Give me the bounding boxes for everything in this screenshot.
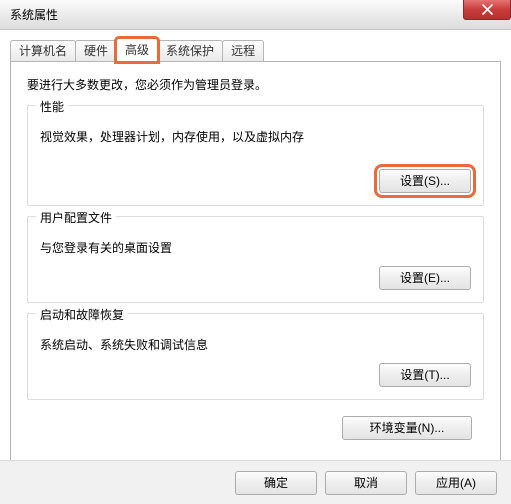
tab-system-protection[interactable]: 系统保护 bbox=[157, 40, 223, 62]
system-properties-window: 系统属性 计算机名 硬件 高级 系统保护 远程 要进行大多数更改，您必须作为管理… bbox=[0, 0, 511, 504]
tab-remote[interactable]: 远程 bbox=[222, 40, 264, 62]
performance-settings-button[interactable]: 设置(S)... bbox=[379, 169, 471, 193]
group-user-profiles-desc: 与您登录有关的桌面设置 bbox=[40, 239, 471, 256]
tab-content-advanced: 要进行大多数更改，您必须作为管理员登录。 性能 视觉效果，处理器计划，内存使用，… bbox=[10, 61, 501, 471]
apply-button[interactable]: 应用(A) bbox=[415, 471, 497, 495]
tab-strip: 计算机名 硬件 高级 系统保护 远程 bbox=[10, 38, 501, 62]
group-performance-title: 性能 bbox=[36, 98, 68, 115]
startup-recovery-settings-button[interactable]: 设置(T)... bbox=[379, 363, 471, 387]
close-button[interactable] bbox=[463, 0, 511, 20]
group-startup-recovery-desc: 系统启动、系统失败和调试信息 bbox=[40, 336, 471, 353]
environment-variables-button[interactable]: 环境变量(N)... bbox=[342, 416, 472, 440]
titlebar: 系统属性 bbox=[0, 0, 511, 30]
tab-advanced[interactable]: 高级 bbox=[116, 38, 158, 62]
group-user-profiles-title: 用户配置文件 bbox=[36, 209, 116, 226]
ok-button[interactable]: 确定 bbox=[235, 471, 317, 495]
group-user-profiles: 用户配置文件 与您登录有关的桌面设置 设置(E)... bbox=[27, 216, 484, 303]
client-area: 计算机名 硬件 高级 系统保护 远程 要进行大多数更改，您必须作为管理员登录。 … bbox=[0, 30, 511, 481]
cancel-button[interactable]: 取消 bbox=[325, 471, 407, 495]
group-startup-recovery-buttons: 设置(T)... bbox=[40, 363, 471, 387]
close-icon bbox=[482, 4, 493, 15]
tab-hardware[interactable]: 硬件 bbox=[75, 40, 117, 62]
group-user-profiles-buttons: 设置(E)... bbox=[40, 266, 471, 290]
group-startup-recovery-title: 启动和故障恢复 bbox=[36, 306, 128, 323]
group-performance: 性能 视觉效果，处理器计划，内存使用，以及虚拟内存 设置(S)... bbox=[27, 105, 484, 206]
window-title: 系统属性 bbox=[0, 6, 58, 23]
group-performance-buttons: 设置(S)... bbox=[40, 169, 471, 193]
admin-notice: 要进行大多数更改，您必须作为管理员登录。 bbox=[27, 76, 484, 93]
user-profiles-settings-button[interactable]: 设置(E)... bbox=[379, 266, 471, 290]
group-startup-recovery: 启动和故障恢复 系统启动、系统失败和调试信息 设置(T)... bbox=[27, 313, 484, 400]
environment-variables-row: 环境变量(N)... bbox=[27, 416, 484, 440]
tab-computer-name[interactable]: 计算机名 bbox=[10, 40, 76, 62]
group-performance-desc: 视觉效果，处理器计划，内存使用，以及虚拟内存 bbox=[40, 128, 471, 145]
dialog-button-bar: 确定 取消 应用(A) bbox=[0, 460, 511, 504]
